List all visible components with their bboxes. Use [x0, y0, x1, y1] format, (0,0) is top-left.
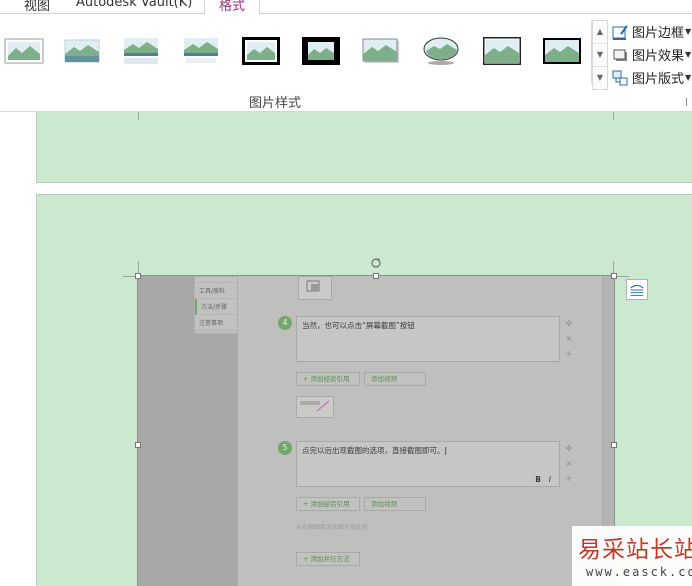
screenshot-nav-item: 注意事项 — [195, 315, 237, 331]
watermark: 易采站长站 www.easck.com — [572, 526, 692, 586]
step-number: 5 — [278, 441, 292, 455]
screenshot-content: 4 当然，也可以点击“屏幕截图”按钮 ✣ × + + 添加经验引用 添加视频 5 点… — [238, 276, 614, 586]
tab-autodesk-vault[interactable]: Autodesk Vault(K) — [76, 0, 192, 10]
center-shadow-rectangle-style-icon[interactable] — [361, 36, 401, 66]
add-reference-button: + 添加经验引用 — [296, 372, 360, 386]
tab-view[interactable]: 视图 — [24, 0, 50, 14]
image-hint-text: 从右侧图库添加图片到此处 — [296, 524, 369, 531]
rotate-handle-icon[interactable] — [370, 257, 382, 269]
step-number: 4 — [278, 316, 292, 330]
scroll-down-icon[interactable]: ▼ — [593, 44, 607, 67]
resize-handle-right[interactable] — [611, 442, 617, 448]
black-matte-frame-style-icon[interactable] — [301, 36, 341, 66]
screenshot-thumbnail — [298, 276, 332, 300]
italic-icon: I — [548, 475, 551, 484]
picture-border-label: 图片边框 — [632, 26, 685, 41]
ribbon: ▲ ▼ ▼ 图片边框 ▼ 图片效果 ▼ 图片版式 ▼ 图片样式 — [0, 14, 692, 112]
picture-layout-icon — [612, 70, 628, 85]
selected-picture[interactable]: 工具/原料 方法/步骤 注意事项 4 当然，也可以点击“屏幕截图”按钮 ✣ × + … — [137, 275, 615, 586]
step-text-box: 点完以后出现截图的选项，直接截图即可。| B I — [296, 441, 560, 487]
step-side-icons: ✣ × + — [565, 444, 573, 483]
thin-black-frame-style-icon[interactable] — [542, 36, 582, 66]
screenshot-nav-item: 方法/步骤 — [195, 299, 237, 315]
add-reference-button: + 添加经验引用 — [296, 497, 360, 511]
bold-icon: B — [535, 475, 541, 484]
picture-layout-label: 图片版式 — [632, 72, 685, 87]
resize-handle-top-left[interactable] — [135, 273, 141, 279]
add-video-button: 添加视频 — [364, 372, 426, 386]
crop-mark — [138, 112, 139, 120]
simple-frame-white-style-icon[interactable] — [4, 36, 44, 66]
picture-commands: 图片边框 ▼ 图片效果 ▼ 图片版式 ▼ — [612, 20, 692, 89]
ribbon-tab-strip: 视图 Autodesk Vault(K) 格式 — [0, 0, 692, 14]
picture-effects-button[interactable]: 图片效果 ▼ — [612, 43, 692, 66]
watermark-title: 易采站长站 — [578, 537, 692, 563]
resize-handle-top-right[interactable] — [611, 273, 617, 279]
layout-options-icon[interactable] — [626, 279, 648, 300]
step-side-icons: ✣ × + — [565, 319, 573, 358]
screenshot-thumbnail — [296, 396, 334, 418]
reflected-rectangle-style-icon[interactable] — [121, 36, 161, 66]
crop-mark — [613, 112, 614, 120]
picture-effects-label: 图片效果 — [632, 49, 685, 64]
picture-border-icon — [612, 24, 628, 40]
page-previous — [36, 112, 692, 183]
screenshot-nav-item: 工具/原料 — [195, 283, 237, 299]
add-method-button: + 添加并行方法 — [296, 552, 360, 566]
dialog-launcher-icon[interactable] — [686, 98, 692, 106]
left-margin-rail — [0, 112, 36, 586]
picture-styles-gallery — [0, 20, 592, 84]
picture-layout-button[interactable]: 图片版式 ▼ — [612, 66, 692, 89]
resize-handle-top[interactable] — [373, 273, 379, 279]
resize-handle-left[interactable] — [135, 442, 141, 448]
gallery-scrollbar[interactable]: ▲ ▼ ▼ — [592, 20, 608, 90]
tab-format[interactable]: 格式 — [204, 0, 261, 14]
thick-black-frame-style-icon[interactable] — [241, 36, 281, 66]
reflected-soft-edge-style-icon[interactable] — [181, 36, 221, 66]
picture-effects-icon — [613, 49, 627, 61]
soft-edge-rectangle-style-icon[interactable] — [62, 36, 102, 66]
add-video-button: 添加视频 — [364, 497, 426, 511]
screenshot-nav: 工具/原料 方法/步骤 注意事项 — [194, 276, 238, 334]
gallery-more-icon[interactable]: ▼ — [593, 67, 607, 90]
watermark-url: www.easck.com — [586, 565, 692, 579]
scroll-up-icon[interactable]: ▲ — [593, 21, 607, 44]
group-label-picture-styles: 图片样式 — [248, 96, 301, 111]
oval-reflected-style-icon[interactable] — [421, 36, 461, 66]
picture-border-button[interactable]: 图片边框 ▼ — [612, 20, 692, 43]
step-text: 点完以后出现截图的选项，直接截图即可。 — [302, 446, 445, 455]
double-frame-black-style-icon[interactable] — [482, 36, 522, 66]
step-text-box: 当然，也可以点击“屏幕截图”按钮 — [296, 316, 560, 362]
